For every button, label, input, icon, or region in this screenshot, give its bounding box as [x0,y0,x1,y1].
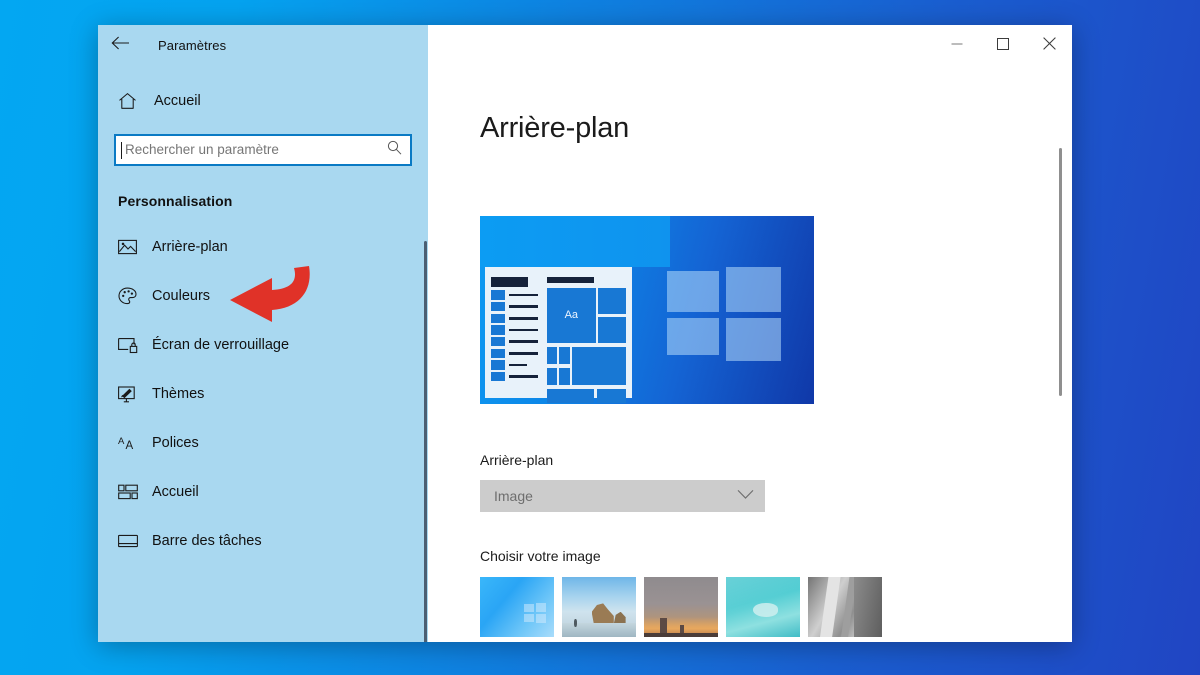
home-icon [118,92,148,110]
sidebar-home-label: Accueil [154,93,201,109]
sidebar-item-label: Couleurs [152,288,211,304]
sidebar-section-title: Personnalisation [118,193,233,209]
sidebar-item-label: Polices [152,435,199,451]
fonts-icon: A A [118,435,144,451]
search-icon [387,140,402,160]
background-type-dropdown[interactable]: Image [480,480,765,512]
preview-titlebar-strip [480,216,671,267]
page-title: Arrière-plan [480,112,630,144]
preview-settings-mock: Aa [485,266,632,404]
sidebar-item-label: Arrière-plan [152,239,228,255]
sidebar-item-arriere-plan[interactable]: Arrière-plan [98,228,416,266]
sidebar-item-label: Accueil [152,484,199,500]
search-placeholder: Rechercher un paramètre [125,142,279,158]
content-scrollbar[interactable] [1059,148,1062,396]
wallpaper-preview: Aa [480,216,814,404]
rock-formation-shape [591,603,614,624]
minimize-button[interactable] [934,25,980,66]
back-button[interactable] [98,25,142,66]
preview-mock-tiles: Aa [546,277,627,404]
thumbnail-underwater-wallpaper[interactable] [726,577,800,637]
themes-icon [118,385,144,403]
sidebar-item-label: Écran de verrouillage [152,337,290,353]
picture-icon [118,239,144,255]
titlebar-drag-region[interactable] [428,25,934,66]
sidebar-scrollbar[interactable] [424,241,427,642]
minimize-icon [951,37,963,55]
sidebar-item-label: Thèmes [152,386,205,402]
chevron-down-icon [737,487,754,505]
svg-text:A: A [118,436,125,447]
search-input[interactable]: Rechercher un paramètre [114,134,412,166]
choose-image-label: Choisir votre image [480,548,601,564]
window-body: Accueil Rechercher un paramètre Personna… [98,66,1072,642]
sidebar-item-accueil-start[interactable]: Accueil [98,473,416,511]
back-arrow-icon [111,36,130,55]
skyline-silhouette [644,632,718,637]
water-caustics [726,577,800,637]
close-icon [1042,36,1056,55]
dropdown-selected-value: Image [494,488,533,504]
start-tiles-icon [118,484,144,500]
windows-logo-icon [524,603,546,623]
sidebar-item-polices[interactable]: A A Polices [98,424,416,462]
svg-text:A: A [126,440,134,451]
maximize-button[interactable] [980,25,1026,66]
window-title: Paramètres [158,38,227,53]
window-titlebar: Paramètres [98,25,1072,66]
settings-sidebar: Accueil Rechercher un paramètre Personna… [98,66,428,642]
settings-window: Paramètres Accueil Rechercher un paramèt… [98,25,1072,642]
preview-tile-aa: Aa [546,288,596,343]
window-controls [934,25,1072,66]
sidebar-item-barre-des-taches[interactable]: Barre des tâches [98,522,416,560]
sidebar-item-label: Barre des tâches [152,533,262,549]
thumbnail-rock-face-wallpaper[interactable] [808,577,882,637]
thumbnail-windows-default-wallpaper[interactable] [480,577,554,637]
palette-icon [118,287,144,305]
skyline-silhouette [660,617,667,634]
sidebar-nav-list: Arrière-plan Couleurs Écran de verrouill… [98,228,428,560]
thumbnail-beach-rock-wallpaper[interactable] [562,577,636,637]
preview-windows-logo-icon [667,266,781,361]
taskbar-icon [118,534,144,548]
settings-content-pane: Arrière-plan Aa Arrière-plan Image Chois… [428,66,1072,642]
thumbnail-dusk-skyline-wallpaper[interactable] [644,577,718,637]
lockscreen-icon [118,337,144,354]
rock-shadow [853,577,882,637]
desktop-background: Paramètres Accueil Rechercher un paramèt… [0,0,1200,675]
titlebar-left-region: Paramètres [98,25,428,66]
sidebar-item-couleurs[interactable]: Couleurs [98,277,416,315]
text-caret [121,141,122,159]
image-thumbnail-list [480,577,1072,637]
sidebar-item-themes[interactable]: Thèmes [98,375,416,413]
maximize-icon [997,37,1009,55]
preview-mock-sidebar [490,277,538,393]
rock-stripe [818,577,842,637]
sidebar-item-home[interactable]: Accueil [102,80,416,122]
background-field-label: Arrière-plan [480,452,554,468]
person-silhouette [573,619,577,627]
close-button[interactable] [1026,25,1072,66]
sidebar-item-ecran-de-verrouillage[interactable]: Écran de verrouillage [98,326,416,364]
